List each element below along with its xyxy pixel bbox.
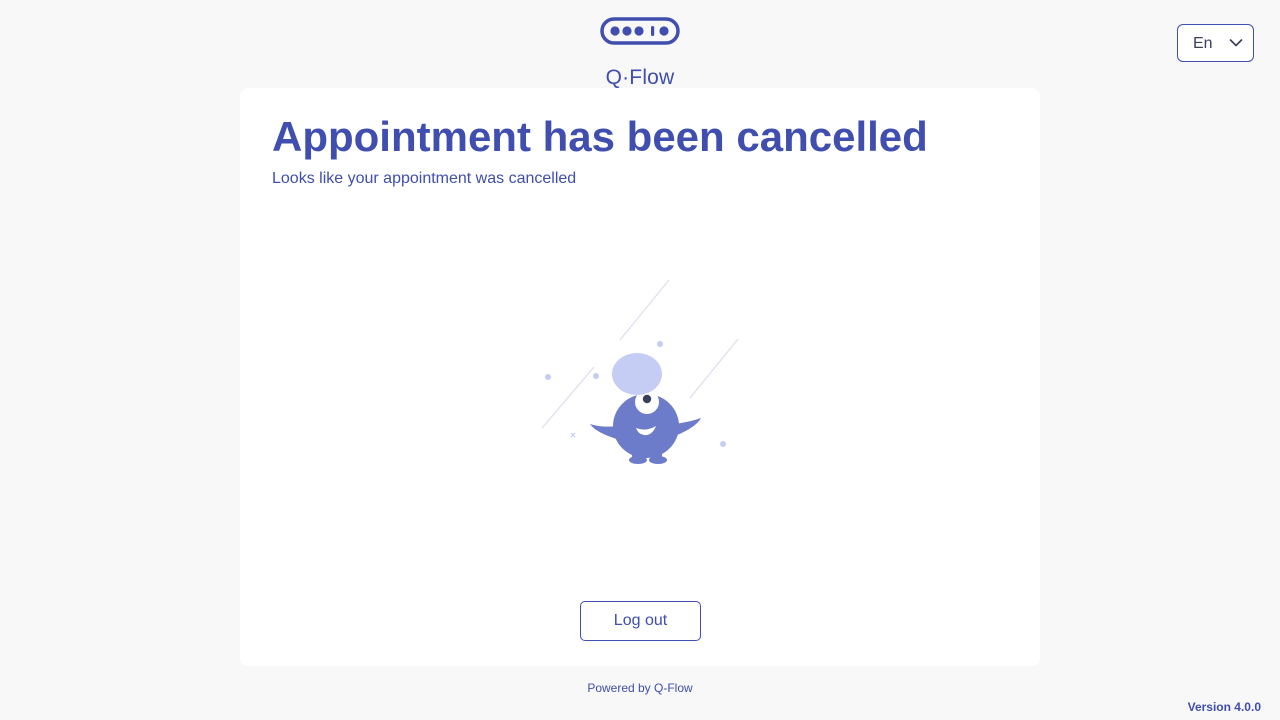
- powered-by-text: Powered by Q-Flow: [587, 681, 693, 695]
- logo-text: Q·Flow: [605, 66, 675, 89]
- one-eyed-monster-illustration: [541, 279, 739, 464]
- page-title: Appointment has been cancelled: [272, 113, 928, 160]
- q-flow-logo-icon: [600, 17, 680, 45]
- logo: Q·Flow: [598, 16, 682, 89]
- page-subtitle: Looks like your appointment was cancelle…: [272, 170, 577, 187]
- language-select[interactable]: En: [1177, 24, 1254, 62]
- logout-button[interactable]: Log out: [580, 601, 701, 641]
- page: Q·Flow En Appointment has been cancelled…: [0, 0, 1280, 720]
- chevron-down-icon: [1229, 39, 1243, 47]
- version-text: Version 4.0.0: [1187, 700, 1261, 714]
- content-card: Appointment has been cancelled Looks lik…: [240, 88, 1040, 666]
- language-select-value: En: [1193, 35, 1213, 52]
